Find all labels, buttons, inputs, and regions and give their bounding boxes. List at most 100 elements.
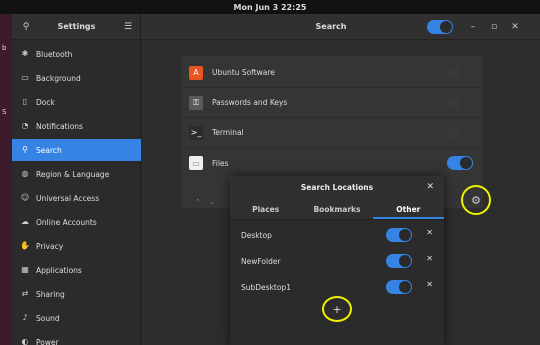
desktop-background: b S	[0, 14, 12, 345]
clock[interactable]: Mon Jun 3 22:25	[234, 3, 307, 12]
desktop-label: b	[2, 44, 7, 52]
tab-places[interactable]: Places	[230, 200, 301, 219]
sidebar-item-label: Dock	[36, 97, 55, 107]
sidebar-item-label: Power	[36, 337, 59, 345]
search-icon: ⚲	[22, 145, 28, 154]
location-row: Desktop ✕	[230, 222, 444, 248]
list-item[interactable]: ▭ Files	[181, 148, 483, 178]
sidebar-item-label: Search	[36, 145, 62, 155]
sidebar-item-label: Bluetooth	[36, 49, 73, 59]
remove-location-icon[interactable]: ✕	[426, 280, 433, 289]
dock-icon: ▯	[22, 97, 28, 106]
sidebar: ✱ Bluetooth ▭ Background ▯ Dock ◔ Notifications…	[12, 41, 141, 345]
sidebar-item-applications[interactable]: ▦ Applications	[12, 259, 141, 281]
location-toggle[interactable]	[386, 254, 412, 268]
list-item-label: Files	[212, 158, 229, 168]
provider-toggle[interactable]	[447, 66, 473, 80]
sidebar-item-sound[interactable]: ♪ Sound	[12, 307, 141, 329]
toggle-knob	[448, 67, 460, 79]
privacy-icon: ✋	[20, 241, 30, 250]
bluetooth-icon: ✱	[21, 49, 29, 58]
sidebar-item-label: Universal Access	[36, 193, 100, 203]
search-master-toggle[interactable]	[427, 20, 453, 34]
sidebar-item-label: Sharing	[36, 289, 65, 299]
tab-other[interactable]: Other	[372, 200, 444, 219]
applications-icon: ▦	[21, 265, 29, 274]
notifications-icon: ◔	[21, 121, 29, 130]
location-toggle[interactable]	[386, 280, 412, 294]
background-icon: ▭	[21, 73, 29, 82]
online-accounts-icon: ☁	[21, 217, 29, 226]
tab-bookmarks[interactable]: Bookmarks	[301, 200, 372, 219]
power-icon: ◐	[21, 337, 29, 345]
sound-icon: ♪	[22, 313, 28, 322]
sidebar-item-universal-access[interactable]: ☺ Universal Access	[12, 187, 141, 209]
location-label: NewFolder	[241, 256, 281, 266]
move-down-icon[interactable]: ⌄	[209, 198, 215, 206]
dialog-tabs: Places Bookmarks Other	[230, 200, 444, 220]
provider-toggle[interactable]	[447, 156, 473, 170]
sidebar-item-label: Region & Language	[36, 169, 110, 179]
location-row: NewFolder ✕	[230, 248, 444, 274]
desktop-label: S	[2, 108, 7, 116]
sidebar-item-power[interactable]: ◐ Power	[12, 331, 141, 345]
sidebar-item-privacy[interactable]: ✋ Privacy	[12, 235, 141, 257]
toggle-knob	[399, 281, 411, 293]
sidebar-item-sharing[interactable]: ⇄ Sharing	[12, 283, 141, 305]
toggle-knob	[399, 255, 411, 267]
location-toggle[interactable]	[386, 228, 412, 242]
toggle-knob	[448, 97, 460, 109]
search-locations-gear-button[interactable]: ⚙	[461, 185, 491, 215]
page-title: Search	[315, 22, 347, 31]
maximize-icon[interactable]: ▫	[488, 21, 500, 33]
sidebar-item-region-language[interactable]: ◍ Region & Language	[12, 163, 141, 185]
ubuntu-software-icon: A	[189, 65, 203, 80]
dialog-header: Search Locations ✕	[230, 176, 444, 200]
sharing-icon: ⇄	[21, 289, 29, 298]
list-item-label: Passwords and Keys	[212, 98, 288, 107]
list-item[interactable]: A Ubuntu Software	[181, 58, 483, 88]
sidebar-item-label: Online Accounts	[36, 217, 97, 227]
location-label: Desktop	[241, 230, 272, 240]
sidebar-item-label: Privacy	[36, 241, 64, 251]
add-location-button[interactable]: +	[322, 296, 352, 322]
remove-location-icon[interactable]: ✕	[426, 254, 433, 263]
sidebar-item-bluetooth[interactable]: ✱ Bluetooth	[12, 43, 141, 65]
terminal-icon: >_	[189, 125, 203, 140]
list-item[interactable]: ⚿ Passwords and Keys	[181, 88, 483, 118]
list-item[interactable]: >_ Terminal	[181, 118, 483, 148]
close-icon[interactable]: ✕	[509, 21, 521, 33]
sidebar-header: ⚲ Settings ☰	[12, 14, 141, 40]
location-label: SubDesktop1	[241, 282, 291, 292]
list-item-label: Terminal	[212, 128, 244, 137]
toggle-knob	[399, 229, 411, 241]
sidebar-item-dock[interactable]: ▯ Dock	[12, 91, 141, 113]
toggle-knob	[448, 127, 460, 139]
files-icon: ▭	[189, 156, 203, 170]
provider-toggle[interactable]	[447, 126, 473, 140]
sidebar-item-online-accounts[interactable]: ☁ Online Accounts	[12, 211, 141, 233]
plus-icon: +	[332, 302, 342, 316]
sidebar-item-background[interactable]: ▭ Background	[12, 67, 141, 89]
toggle-knob	[460, 157, 472, 169]
provider-toggle[interactable]	[447, 96, 473, 110]
menu-icon[interactable]: ☰	[122, 21, 134, 33]
dialog-title: Search Locations	[300, 183, 374, 192]
sidebar-item-notifications[interactable]: ◔ Notifications	[12, 115, 141, 137]
sidebar-item-label: Notifications	[36, 121, 83, 131]
header-bar: ⚲ Settings ☰ Search – ▫ ✕	[12, 14, 540, 40]
accessibility-icon: ☺	[20, 193, 30, 202]
minimize-icon[interactable]: –	[467, 21, 479, 33]
toggle-knob	[440, 21, 452, 33]
remove-location-icon[interactable]: ✕	[426, 228, 433, 237]
sidebar-item-search[interactable]: ⚲ Search	[12, 139, 141, 161]
search-locations-dialog: Search Locations ✕ Places Bookmarks Othe…	[230, 176, 444, 345]
sidebar-item-label: Background	[36, 73, 81, 83]
gear-icon: ⚙	[471, 193, 481, 207]
sidebar-item-label: Applications	[36, 265, 82, 275]
close-icon[interactable]: ✕	[426, 182, 434, 192]
move-up-icon[interactable]: ⌃	[195, 198, 201, 206]
list-item-label: Ubuntu Software	[212, 68, 275, 77]
region-icon: ◍	[21, 169, 29, 178]
sidebar-item-label: Sound	[36, 313, 60, 323]
